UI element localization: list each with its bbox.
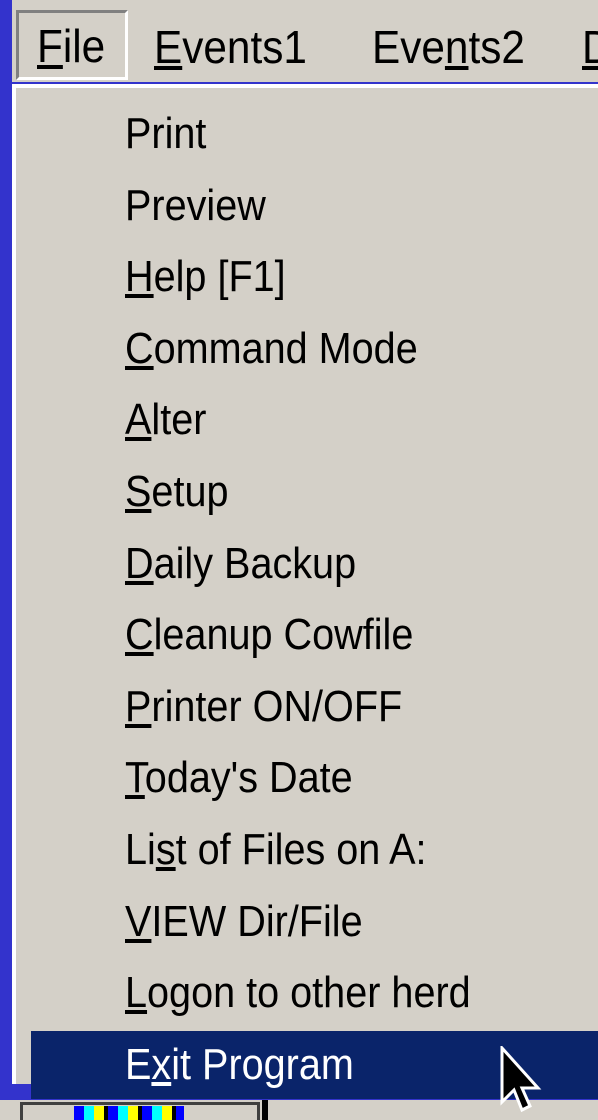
menu-item-label: Help [F1] <box>125 252 286 302</box>
menu-item-alter[interactable]: Alter <box>31 386 598 454</box>
menu-item-label: Cleanup Cowfile <box>125 610 414 660</box>
taskbar-icons <box>74 1106 184 1120</box>
arrow-pointer-icon <box>500 1046 542 1113</box>
menu-item-print[interactable]: Print <box>31 100 598 168</box>
menu-item-label: Command Mode <box>125 323 418 373</box>
menu-item-label: Printer ON/OFF <box>125 681 403 731</box>
menu-item-help-f1[interactable]: Help [F1] <box>31 243 598 311</box>
menu-item-list-of-files-on-a[interactable]: List of Files on A: <box>31 816 598 884</box>
menu-item-printer-on-off[interactable]: Printer ON/OFF <box>31 673 598 741</box>
menu-events2[interactable]: Events2 <box>372 16 525 78</box>
menu-item-cleanup-cowfile[interactable]: Cleanup Cowfile <box>31 601 598 669</box>
menu-item-label: VIEW Dir/File <box>125 896 363 946</box>
menu-item-logon-to-other-herd[interactable]: Logon to other herd <box>31 959 598 1027</box>
menu-item-today-s-date[interactable]: Today's Date <box>31 744 598 812</box>
menu-item-label: Setup <box>125 467 229 516</box>
menu-item-label: Preview <box>125 180 266 230</box>
menu-d[interactable]: D <box>582 16 598 78</box>
menu-events1[interactable]: Events1 <box>154 16 307 78</box>
menu-item-label: Print <box>125 109 207 158</box>
menu-events2-label: Events2 <box>372 21 525 73</box>
file-dropdown-menu: Print Preview Help [F1] Command Mode Alter Se… <box>12 84 598 1099</box>
menu-item-label: Alter <box>125 395 207 445</box>
menu-item-label: Logon to other herd <box>125 968 471 1018</box>
menu-d-label: D <box>582 21 598 73</box>
menu-item-label: List of Files on A: <box>125 825 427 874</box>
menu-item-label: Daily Backup <box>125 538 357 588</box>
menu-events1-label: Events1 <box>154 21 307 73</box>
menu-file-label: File <box>37 20 106 72</box>
taskbar-separator <box>262 1100 268 1120</box>
menu-item-view-dir-file[interactable]: VIEW Dir/File <box>31 888 598 956</box>
file-menu-items: Print Preview Help [F1] Command Mode Alter Se… <box>20 90 598 1099</box>
menu-item-setup[interactable]: Setup <box>31 458 598 526</box>
menu-item-label: Exit Program <box>125 1039 354 1089</box>
menu-bar: File Events1 Events2 D <box>12 0 598 82</box>
menu-item-daily-backup[interactable]: Daily Backup <box>31 530 598 598</box>
menu-file[interactable]: File <box>16 10 129 80</box>
menu-item-command-mode[interactable]: Command Mode <box>31 315 598 383</box>
menu-item-preview[interactable]: Preview <box>31 172 598 240</box>
menu-item-label: Today's Date <box>125 753 353 803</box>
